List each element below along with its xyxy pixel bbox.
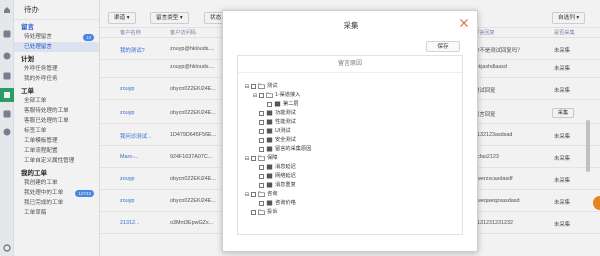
folder-icon — [258, 83, 265, 89]
panel-title: 留言原因 — [238, 56, 462, 73]
checkbox[interactable] — [259, 137, 264, 143]
checkbox[interactable] — [259, 110, 264, 116]
document-icon — [266, 173, 273, 179]
tree-node[interactable]: 第二层 — [244, 100, 311, 109]
tree-node-label: 性能测试 — [275, 119, 296, 125]
tree-node-label: 咨询 — [267, 191, 278, 197]
checkbox[interactable] — [259, 119, 264, 125]
tree-node[interactable]: 留言的采集原因 — [244, 145, 311, 154]
folder-icon — [258, 209, 265, 215]
tree-node-label: 咨询价格 — [275, 200, 296, 206]
tree-node-label: 消息重复 — [275, 182, 296, 188]
close-icon[interactable] — [459, 18, 469, 28]
reason-tree: ⊟ 测试 ⊟ 1-渠道接入 第二层 功能测试 性能测试 UI测试 安全测试 留言的采集原因 ⊟ 保障消… — [244, 82, 311, 217]
folder-icon — [266, 92, 273, 98]
checkbox[interactable] — [259, 146, 264, 152]
document-icon — [266, 110, 273, 116]
tree-node[interactable]: 性能测试 — [244, 118, 311, 127]
tree-node[interactable]: ⊟ 咨询 — [244, 190, 311, 199]
document-icon — [274, 101, 281, 107]
tree-node-label: 1-渠道接入 — [275, 92, 301, 98]
document-icon — [266, 137, 273, 143]
tree-node[interactable]: 投诉 — [244, 208, 311, 217]
document-icon — [266, 119, 273, 125]
checkbox[interactable] — [259, 200, 264, 206]
checkbox[interactable] — [251, 83, 256, 89]
folder-icon — [258, 155, 265, 161]
tree-node[interactable]: ⊟ 测试 — [244, 82, 311, 91]
checkbox[interactable] — [259, 92, 264, 98]
dialog-title: 采集 — [343, 21, 359, 30]
tree-node[interactable]: 消息延迟 — [244, 163, 311, 172]
tree-node-label: 投诉 — [267, 209, 278, 215]
tree-node[interactable]: 咨询价格 — [244, 199, 311, 208]
tree-node[interactable]: 功能测试 — [244, 109, 311, 118]
document-icon — [266, 128, 273, 134]
folder-icon — [258, 191, 265, 197]
tree-node[interactable]: 安全测试 — [244, 136, 311, 145]
checkbox[interactable] — [259, 164, 264, 170]
document-icon — [266, 200, 273, 206]
checkbox[interactable] — [259, 182, 264, 188]
checkbox[interactable] — [259, 173, 264, 179]
tree-node-label: 第二层 — [283, 101, 299, 107]
tree-node[interactable]: ⊟ 1-渠道接入 — [244, 91, 311, 100]
tree-node[interactable]: 网络延迟 — [244, 172, 311, 181]
tree-node-label: 安全测试 — [275, 137, 296, 143]
checkbox[interactable] — [251, 191, 256, 197]
checkbox[interactable] — [251, 209, 256, 215]
document-icon — [266, 146, 273, 152]
tree-node[interactable]: UI测试 — [244, 127, 311, 136]
tree-node-label: 保障 — [267, 155, 278, 161]
tree-node-label: 留言的采集原因 — [275, 146, 312, 152]
document-icon — [266, 182, 273, 188]
checkbox[interactable] — [259, 128, 264, 134]
tree-node[interactable]: ⊟ 保障 — [244, 154, 311, 163]
save-button[interactable]: 保存 — [426, 41, 460, 52]
checkbox[interactable] — [267, 101, 272, 107]
collect-dialog: 采集 保存 留言原因 ⊟ 测试 ⊟ 1-渠道接入 第二层功能测试性能测试 UI测试安全测试… — [222, 10, 478, 252]
tree-node-label: 网络延迟 — [275, 173, 296, 179]
tree-node-label: UI测试 — [275, 128, 291, 134]
document-icon — [266, 164, 273, 170]
reason-panel: 留言原因 ⊟ 测试 ⊟ 1-渠道接入 第二层功能测试性能测试 UI测试安全测试留言的采集原… — [237, 55, 463, 235]
tree-node-label: 测试 — [267, 83, 278, 89]
tree-node-label: 消息延迟 — [275, 164, 296, 170]
tree-node[interactable]: 消息重复 — [244, 181, 311, 190]
checkbox[interactable] — [251, 155, 256, 161]
tree-node-label: 功能测试 — [275, 110, 296, 116]
